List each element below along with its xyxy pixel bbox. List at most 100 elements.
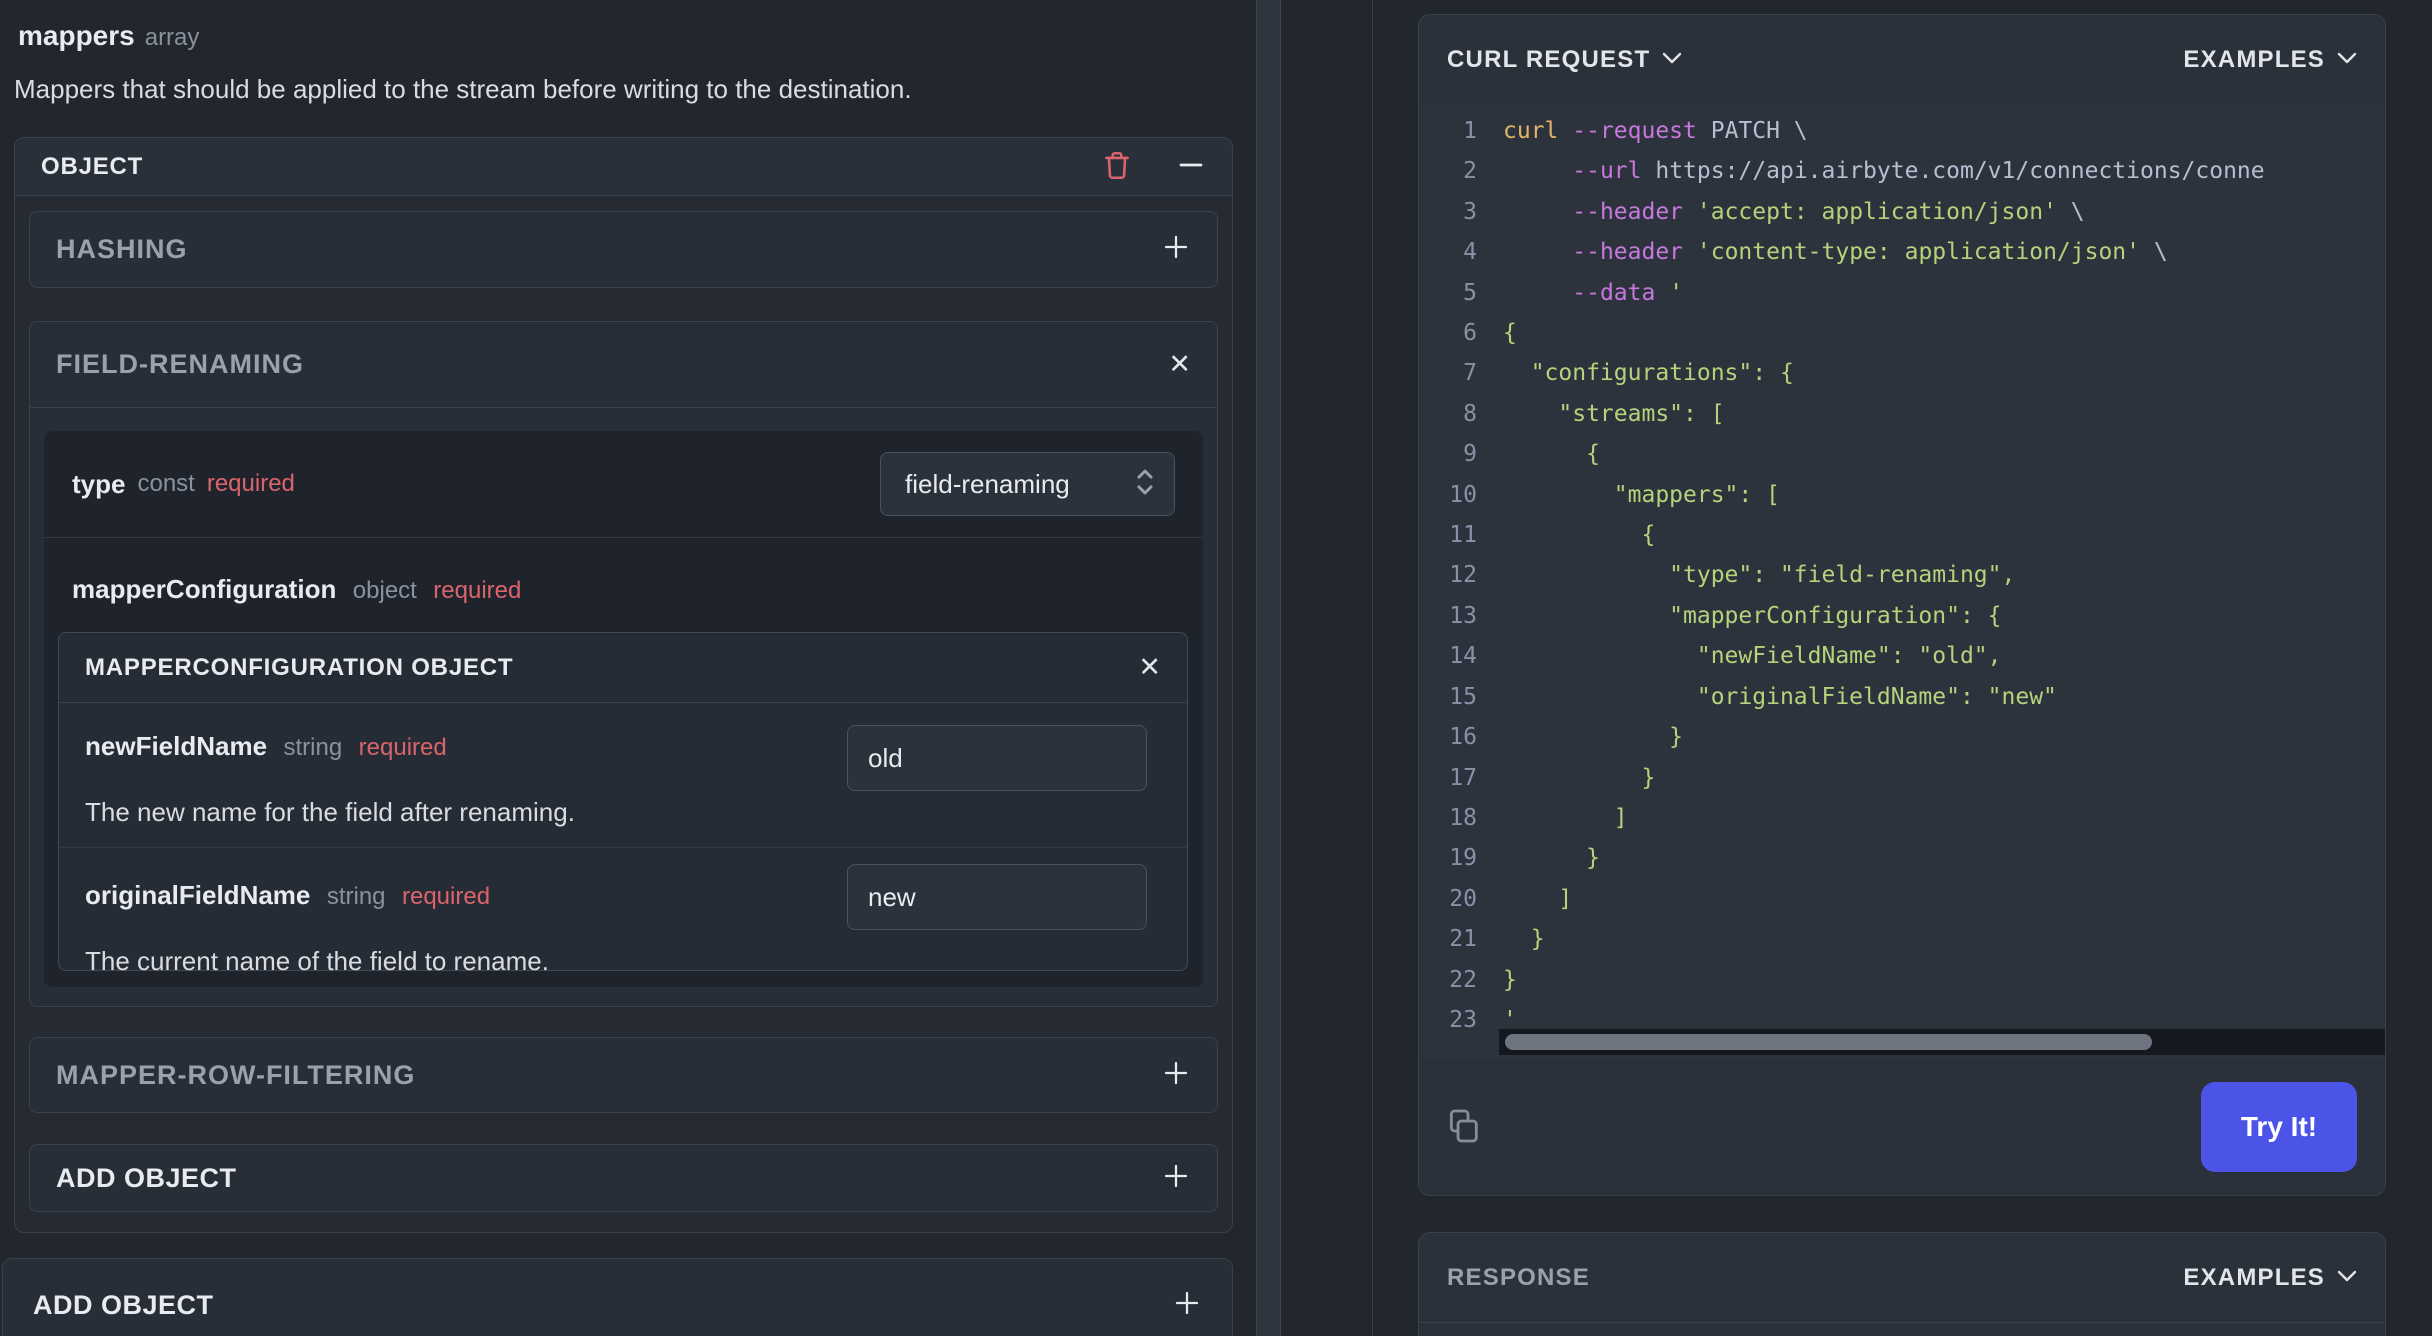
- trash-icon: [1100, 148, 1134, 185]
- plus-icon[interactable]: [1161, 1058, 1191, 1093]
- code-line: 11 {: [1449, 522, 1656, 549]
- close-icon: ✕: [1138, 652, 1161, 682]
- add-object-outer[interactable]: ADD OBJECT: [2, 1258, 1233, 1336]
- code-line: 19 }: [1449, 845, 1600, 872]
- new-field-name-input[interactable]: [847, 725, 1147, 791]
- object-panel-header: OBJECT: [15, 138, 1232, 196]
- plus-icon[interactable]: [1172, 1288, 1202, 1323]
- copy-icon: [1443, 1106, 1483, 1149]
- original-field-name-required: required: [401, 883, 491, 910]
- add-object-inner: ADD OBJECT: [29, 1144, 1218, 1212]
- response-header: RESPONSE EXAMPLES: [1419, 1233, 2385, 1323]
- code-line: 8 "streams": [: [1463, 400, 1725, 427]
- section-hashing-header[interactable]: HASHING: [30, 212, 1217, 287]
- section-mapper-row-filtering-label: MAPPER-ROW-FILTERING: [56, 1059, 416, 1090]
- close-mapper-configuration-button[interactable]: ✕: [1138, 654, 1161, 681]
- code-line: 14 "newFieldName": "old",: [1449, 643, 2002, 670]
- schema-panel: mappers array Mappers that should be appl…: [0, 0, 1236, 1336]
- vertical-scrollbar[interactable]: [1256, 0, 1281, 1336]
- original-field-name-row: originalFieldName string required The cu…: [59, 848, 1187, 976]
- field-title: mappers array: [18, 20, 199, 52]
- stepper-icon: [1132, 465, 1158, 504]
- code-line: 22}: [1449, 966, 1517, 993]
- response-examples-label: EXAMPLES: [2183, 1263, 2325, 1291]
- mapper-configuration-object-box: MAPPERCONFIGURATION OBJECT ✕ newFieldNam…: [58, 632, 1188, 976]
- code-line: 21 }: [1449, 926, 1545, 953]
- new-field-name-required: required: [358, 734, 447, 761]
- response-card: RESPONSE EXAMPLES: [1418, 1232, 2386, 1336]
- code-line: 5 --data ': [1463, 279, 1684, 306]
- curl-request-card: CURL REQUEST EXAMPLES 1 curl --request PA…: [1418, 14, 2386, 1196]
- object-panel: OBJECT HASHING FIELD-RENAMING ✕ type con…: [14, 137, 1233, 1233]
- code-line: 20 ]: [1449, 885, 1573, 912]
- response-title: RESPONSE: [1447, 1263, 1590, 1291]
- chevron-down-icon: [2337, 1270, 2357, 1286]
- code-line: 4 --header 'content-type: application/js…: [1463, 239, 2168, 266]
- plus-icon[interactable]: [1161, 232, 1191, 267]
- mapper-configuration-object-header: MAPPERCONFIGURATION OBJECT ✕: [59, 633, 1187, 703]
- code-line: 2 --url https://api.airbyte.com/v1/conne…: [1463, 158, 2265, 185]
- original-field-name-name: originalFieldName: [85, 880, 311, 910]
- code-line: 16 }: [1449, 724, 1684, 751]
- field-description: Mappers that should be applied to the st…: [14, 74, 912, 104]
- code-line: 7 "configurations": {: [1463, 360, 1794, 387]
- code-line: 6{: [1463, 320, 1517, 347]
- field-renaming-body: type const required field-renaming mappe…: [44, 431, 1203, 987]
- mapper-configuration-object-title: MAPPERCONFIGURATION OBJECT: [85, 653, 514, 681]
- code-lines: 1 curl --request PATCH \ 2 --url https://a…: [1419, 111, 2385, 1040]
- chevron-down-icon: [1662, 52, 1682, 68]
- response-examples-dropdown[interactable]: EXAMPLES: [2183, 1264, 2357, 1292]
- new-field-name-name: newFieldName: [85, 731, 268, 761]
- field-title-type: array: [144, 24, 200, 51]
- field-title-name: mappers: [18, 20, 135, 51]
- section-field-renaming: FIELD-RENAMING ✕ type const required fie…: [29, 321, 1218, 1007]
- mapper-configuration-label: mapperConfiguration object required: [72, 574, 521, 605]
- code-line: 10 "mappers": [: [1449, 481, 1780, 508]
- code-line: 13 "mapperConfiguration": {: [1449, 602, 2002, 629]
- request-examples-dropdown[interactable]: EXAMPLES: [2183, 46, 2357, 74]
- original-field-name-kind: string: [326, 883, 386, 910]
- new-field-name-kind: string: [283, 734, 343, 761]
- new-field-name-label: newFieldName string required: [85, 731, 447, 762]
- mapper-configuration-required: required: [433, 577, 522, 604]
- add-object-inner-label: ADD OBJECT: [56, 1162, 237, 1193]
- add-object-inner-button[interactable]: ADD OBJECT: [30, 1145, 1217, 1211]
- copy-code-button[interactable]: [1443, 1106, 1483, 1149]
- curl-request-header: CURL REQUEST EXAMPLES: [1419, 15, 2385, 105]
- type-field-name: type: [72, 468, 126, 499]
- plus-icon[interactable]: [1161, 1161, 1191, 1196]
- type-field-kind: const: [137, 470, 195, 497]
- section-hashing: HASHING: [29, 211, 1218, 288]
- original-field-name-description: The current name of the field to rename.: [85, 946, 549, 976]
- code-horizontal-scrollbar: [1499, 1029, 2385, 1055]
- delete-object-button[interactable]: [1100, 148, 1134, 185]
- type-field-required: required: [206, 470, 295, 497]
- code-line: 3 --header 'accept: application/json' \: [1463, 198, 2085, 225]
- try-it-button[interactable]: Try It!: [2201, 1082, 2357, 1172]
- section-field-renaming-header[interactable]: FIELD-RENAMING ✕: [30, 322, 1217, 408]
- type-select[interactable]: field-renaming: [880, 452, 1175, 516]
- collapse-object-button[interactable]: [1176, 150, 1206, 183]
- curl-request-dropdown[interactable]: CURL REQUEST: [1447, 46, 1682, 74]
- code-horizontal-scrollbar-thumb[interactable]: [1505, 1034, 2152, 1050]
- code-line: 12 "type": "field-renaming",: [1449, 562, 2016, 589]
- code-line: 18 ]: [1449, 804, 1628, 831]
- curl-request-title: CURL REQUEST: [1447, 46, 1651, 73]
- original-field-name-input[interactable]: [847, 864, 1147, 930]
- object-panel-title: OBJECT: [41, 152, 144, 180]
- code-line: 9 {: [1463, 441, 1600, 468]
- new-field-name-description: The new name for the field after renamin…: [85, 797, 575, 827]
- add-object-outer-label: ADD OBJECT: [33, 1289, 214, 1320]
- section-field-renaming-label: FIELD-RENAMING: [56, 349, 304, 379]
- code-block: 1 curl --request PATCH \ 2 --url https://a…: [1419, 105, 2385, 1059]
- api-docs-screen: mappers array Mappers that should be appl…: [0, 0, 2432, 1336]
- chevron-down-icon: [2337, 52, 2357, 68]
- section-mapper-row-filtering-header[interactable]: MAPPER-ROW-FILTERING: [30, 1038, 1217, 1112]
- mapper-configuration-kind: object: [352, 577, 417, 604]
- mapper-configuration-name: mapperConfiguration: [72, 574, 337, 604]
- request-examples-label: EXAMPLES: [2183, 46, 2325, 73]
- close-field-renaming-button[interactable]: ✕: [1168, 351, 1191, 378]
- section-mapper-row-filtering: MAPPER-ROW-FILTERING: [29, 1037, 1218, 1113]
- code-line: 1 curl --request PATCH \: [1463, 118, 1808, 144]
- original-field-name-label: originalFieldName string required: [85, 880, 490, 911]
